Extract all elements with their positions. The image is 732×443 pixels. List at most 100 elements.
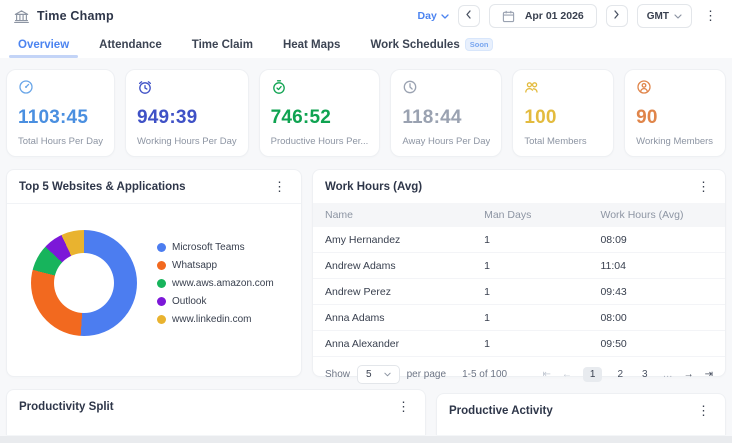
team-icon: [524, 79, 540, 95]
tab-attendance[interactable]: Attendance: [99, 36, 162, 58]
building-logo-icon: [13, 8, 30, 25]
brand: Time Champ: [13, 8, 114, 25]
per-page-label: per page: [407, 369, 446, 380]
chevron-down-icon: [441, 14, 449, 19]
cell-name: Anna Alexander: [325, 338, 484, 350]
legend-dot: [157, 243, 166, 252]
nav-tabs: Overview Attendance Time Claim Heat Maps…: [0, 30, 732, 58]
stat-card-total-hours: 1103:45 Total Hours Per Day: [6, 69, 115, 157]
tab-work-schedules[interactable]: Work Schedules Soon: [370, 35, 493, 58]
stat-card-productive-hours: 746:52 Productive Hours Per...: [259, 69, 381, 157]
productive-activity-panel: Productive Activity ⋮: [436, 393, 726, 435]
page-number-3[interactable]: 3: [638, 367, 652, 382]
away-clock-icon: [402, 79, 418, 95]
stats-row: 1103:45 Total Hours Per Day 949:39 Worki…: [6, 69, 726, 157]
table-row[interactable]: Andrew Adams 1 11:04: [313, 253, 725, 279]
alarm-clock-icon: [137, 79, 153, 95]
column-header-name[interactable]: Name: [325, 209, 484, 221]
middle-row: Top 5 Websites & Applications ⋮ Microsof…: [6, 169, 726, 377]
stat-value: 949:39: [137, 107, 237, 129]
legend-item: Outlook: [157, 296, 274, 307]
legend-item: Microsoft Teams: [157, 242, 274, 253]
legend-label: www.aws.amazon.com: [172, 278, 274, 289]
period-label: Day: [418, 10, 437, 22]
kebab-menu-icon[interactable]: ⋮: [694, 179, 713, 195]
page-number-2[interactable]: 2: [613, 367, 627, 382]
cell-man-days: 1: [484, 234, 600, 246]
chevron-down-icon: [384, 372, 391, 377]
kebab-menu-icon[interactable]: ⋮: [701, 8, 720, 24]
table-row[interactable]: Amy Hernandez 1 08:09: [313, 227, 725, 253]
top-bar: Time Champ Day Apr 01 2026 GMT ⋮: [0, 0, 732, 30]
kebab-menu-icon[interactable]: ⋮: [694, 403, 713, 419]
pagination-controls: ⇤ ← 1 2 3 … → ⇥: [543, 367, 713, 382]
bottom-edge: [0, 436, 732, 443]
cell-name: Andrew Adams: [325, 260, 484, 272]
cell-man-days: 1: [484, 286, 600, 298]
tab-label: Time Claim: [192, 39, 253, 51]
show-label: Show: [325, 369, 350, 380]
stat-label: Total Hours Per Day: [18, 136, 103, 147]
cell-work-hours: 09:43: [600, 286, 713, 298]
tab-overview[interactable]: Overview: [18, 36, 69, 58]
period-dropdown[interactable]: Day: [418, 10, 449, 22]
column-header-man-days[interactable]: Man Days: [484, 209, 600, 221]
panel-title: Work Hours (Avg): [325, 181, 422, 193]
stat-value: 90: [636, 107, 714, 129]
kebab-menu-icon[interactable]: ⋮: [394, 399, 413, 415]
first-page-icon[interactable]: ⇤: [543, 369, 551, 380]
legend-item: www.aws.amazon.com: [157, 278, 274, 289]
table-row[interactable]: Anna Adams 1 08:00: [313, 305, 725, 331]
pagination: Show 5 per page 1-5 of 100 ⇤ ← 1 2 3 … →…: [313, 357, 725, 392]
last-page-icon[interactable]: ⇥: [705, 369, 713, 380]
dashboard-content: 1103:45 Total Hours Per Day 949:39 Worki…: [0, 58, 732, 443]
kebab-menu-icon[interactable]: ⋮: [270, 179, 289, 195]
legend-dot: [157, 279, 166, 288]
stat-card-away-hours: 118:44 Away Hours Per Day: [390, 69, 502, 157]
page-size-value: 5: [366, 369, 372, 380]
next-page-icon[interactable]: →: [684, 369, 694, 380]
table-row[interactable]: Andrew Perez 1 09:43: [313, 279, 725, 305]
legend-label: www.linkedin.com: [172, 314, 251, 325]
stat-label: Away Hours Per Day: [402, 136, 490, 147]
app-title: Time Champ: [37, 9, 114, 23]
cell-man-days: 1: [484, 260, 600, 272]
tab-heat-maps[interactable]: Heat Maps: [283, 36, 341, 58]
cell-work-hours: 11:04: [600, 260, 713, 272]
soon-badge: Soon: [465, 38, 494, 51]
stat-label: Working Hours Per Day: [137, 136, 237, 147]
member-icon: [636, 79, 652, 95]
gauge-clock-icon: [18, 79, 34, 95]
prev-page-icon[interactable]: ←: [562, 369, 572, 380]
column-header-work-hours[interactable]: Work Hours (Avg): [600, 209, 713, 221]
tab-time-claim[interactable]: Time Claim: [192, 36, 253, 58]
tab-label: Attendance: [99, 39, 162, 51]
page-ellipsis: …: [663, 369, 673, 380]
legend-label: Outlook: [172, 296, 206, 307]
tab-label: Work Schedules: [370, 39, 459, 51]
table-row[interactable]: Anna Alexander 1 09:50: [313, 331, 725, 357]
top-bar-controls: Day Apr 01 2026 GMT ⋮: [418, 4, 720, 28]
panel-header: Productivity Split ⋮: [7, 390, 425, 423]
next-date-button[interactable]: [606, 5, 628, 27]
legend-label: Whatsapp: [172, 260, 217, 271]
stat-label: Total Members: [524, 136, 602, 147]
websites-donut-chart[interactable]: [31, 230, 137, 336]
date-value: Apr 01 2026: [525, 10, 584, 22]
page-size-select[interactable]: 5: [357, 365, 400, 384]
donut-chart-area: Microsoft Teams Whatsapp www.aws.amazon.…: [7, 204, 301, 336]
stat-value: 1103:45: [18, 107, 103, 129]
chart-legend: Microsoft Teams Whatsapp www.aws.amazon.…: [157, 242, 274, 325]
productive-timer-icon: [271, 79, 287, 95]
date-picker[interactable]: Apr 01 2026: [489, 4, 597, 28]
legend-dot: [157, 315, 166, 324]
stat-value: 746:52: [271, 107, 369, 129]
productivity-split-panel: Productivity Split ⋮: [6, 389, 426, 435]
page-number-1[interactable]: 1: [583, 367, 603, 382]
tab-label: Heat Maps: [283, 39, 341, 51]
legend-item: Whatsapp: [157, 260, 274, 271]
prev-date-button[interactable]: [458, 5, 480, 27]
cell-work-hours: 08:09: [600, 234, 713, 246]
legend-label: Microsoft Teams: [172, 242, 245, 253]
timezone-dropdown[interactable]: GMT: [637, 4, 692, 28]
